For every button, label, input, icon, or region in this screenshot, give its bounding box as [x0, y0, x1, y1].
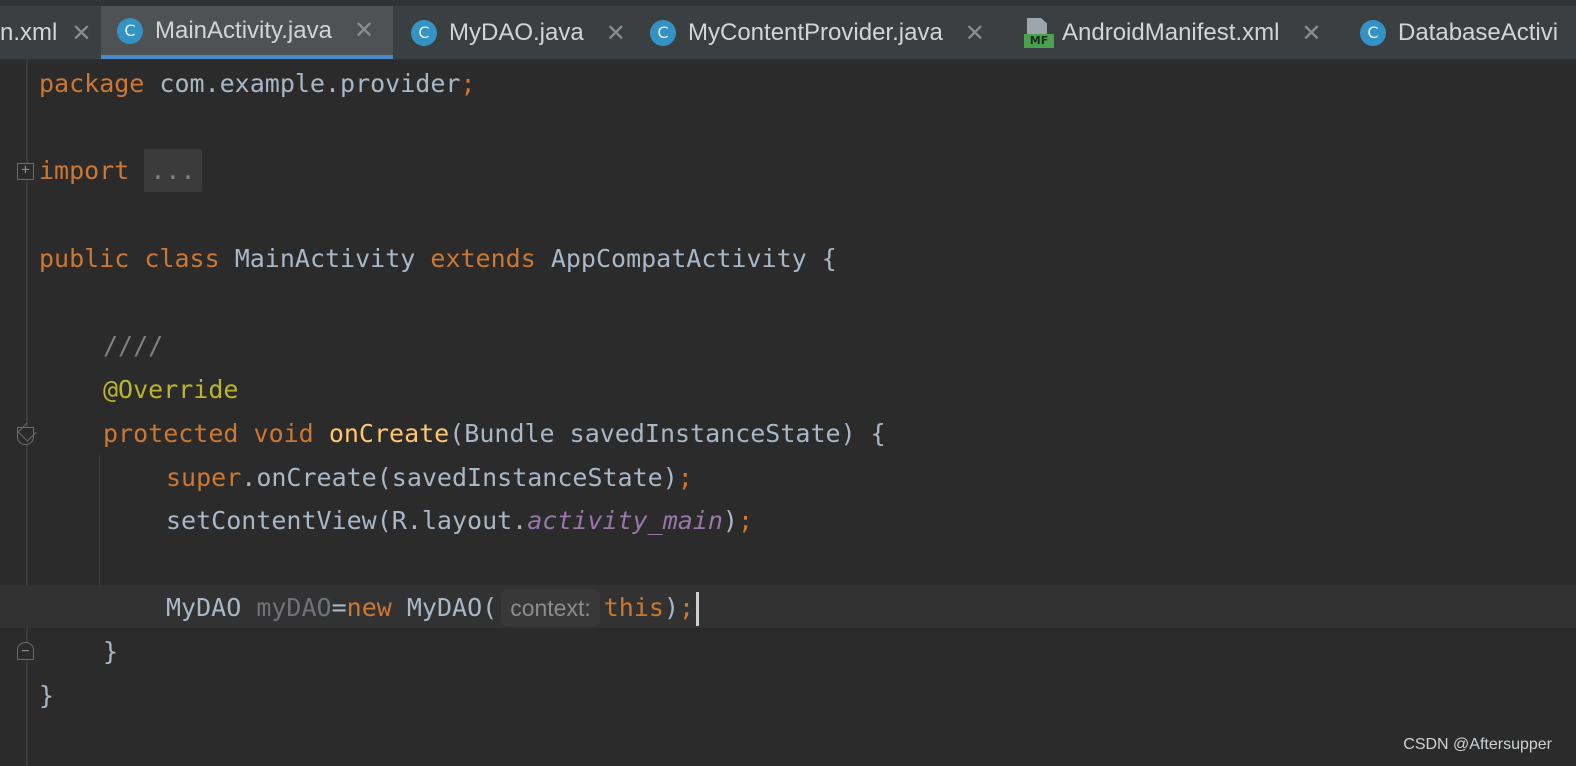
close-brace: } [39, 681, 55, 710]
java-class-icon: C [1360, 20, 1386, 46]
keyword-protected: protected [103, 419, 239, 448]
tab-label: AndroidManifest.xml [1062, 19, 1280, 46]
code-line-close-method: } [103, 630, 118, 673]
code-line-import: import ... [39, 149, 202, 192]
super-class: AppCompatActivity [550, 244, 807, 273]
semicolon: ; [460, 69, 476, 98]
code-line-package: package com.example.provider; [39, 62, 476, 105]
folded-imports[interactable]: ... [144, 149, 202, 192]
code-line-set-content: setContentView(R.layout.activity_main); [166, 499, 753, 542]
tab-my-content-provider[interactable]: C MyContentProvider.java ✕ [636, 6, 1008, 59]
keyword-void: void [253, 419, 314, 448]
tab-android-manifest[interactable]: MF AndroidManifest.xml ✕ [1010, 6, 1350, 59]
keyword-new: new [346, 593, 392, 622]
tab-label: MainActivity.java [155, 16, 332, 44]
code-line-comment: //// [103, 324, 163, 367]
tab-main-activity[interactable]: C MainActivity.java ✕ [101, 6, 393, 59]
open-brace: { [821, 244, 837, 273]
parameter-hint: context: [501, 590, 600, 626]
close-paren: ) [663, 593, 680, 622]
close-icon[interactable]: ✕ [965, 19, 985, 48]
manifest-icon: MF [1024, 18, 1054, 48]
fold-collapse-icon[interactable] [17, 427, 34, 445]
code-line-super-call: super.onCreate(savedInstanceState); [166, 456, 693, 499]
type-name: MyDAO [166, 593, 242, 622]
fold-expand-icon[interactable]: + [17, 163, 34, 180]
editor-tab-bar: n.xml ✕ C MainActivity.java ✕ C MyDAO.ja… [0, 0, 1576, 60]
keyword-class: class [144, 244, 220, 273]
tab-label: MyContentProvider.java [688, 19, 943, 46]
code-line-dao: MyDAO myDAO=new MyDAO(context: this); [166, 586, 700, 629]
keyword-package: package [39, 69, 145, 98]
watermark: CSDN @Aftersupper [1403, 736, 1552, 753]
code-line-annotation: @Override [103, 368, 238, 411]
keyword-public: public [39, 244, 130, 273]
keyword-this: this [603, 593, 664, 622]
close-brace: } [103, 637, 119, 666]
package-name: com.example.provider [144, 69, 461, 98]
set-content-call: setContentView(R.layout. [166, 506, 528, 535]
keyword-import: import [39, 156, 130, 185]
annotation-override: @Override [103, 375, 239, 404]
java-class-icon: C [117, 17, 143, 44]
java-class-icon: C [650, 20, 676, 46]
java-class-icon: C [411, 20, 437, 46]
text-caret [696, 592, 700, 626]
tab-label: DatabaseActivi [1398, 19, 1559, 46]
close-icon[interactable]: ✕ [354, 16, 374, 45]
semicolon: ; [737, 506, 754, 535]
tab-database-activity[interactable]: C DatabaseActivi [1348, 6, 1576, 59]
close-icon[interactable]: ✕ [606, 19, 626, 48]
semicolon: ; [677, 463, 693, 492]
close-icon[interactable]: ✕ [1301, 19, 1321, 48]
super-call: .onCreate(savedInstanceState) [241, 463, 678, 492]
method-params: (Bundle savedInstanceState) { [449, 419, 886, 448]
tab-label: MyDAO.java [449, 19, 584, 46]
code-line-class-decl: public class MainActivity extends AppCom… [39, 237, 837, 280]
comment: //// [103, 331, 164, 360]
fold-end-icon[interactable]: − [17, 642, 34, 660]
tab-mydao[interactable]: C MyDAO.java ✕ [395, 6, 633, 59]
tab-label: n.xml [0, 19, 58, 46]
close-paren: ) [722, 506, 738, 535]
keyword-super: super [166, 463, 242, 492]
variable-name: myDAO [256, 593, 332, 622]
tab-activity-main-xml[interactable]: n.xml ✕ [0, 6, 99, 59]
semicolon: ; [679, 593, 695, 622]
code-line-close-class: } [39, 674, 54, 717]
class-name: MainActivity [234, 244, 416, 273]
method-name: onCreate [328, 419, 450, 448]
code-line-method-decl: protected void onCreate(Bundle savedInst… [103, 412, 886, 455]
code-editor[interactable]: package com.example.provider; import ...… [39, 60, 1576, 766]
constructor-call: MyDAO( [406, 593, 498, 622]
close-icon[interactable]: ✕ [71, 19, 91, 48]
assign-op: = [331, 593, 347, 622]
layout-field: activity_main [527, 506, 723, 535]
keyword-extends: extends [430, 244, 536, 273]
